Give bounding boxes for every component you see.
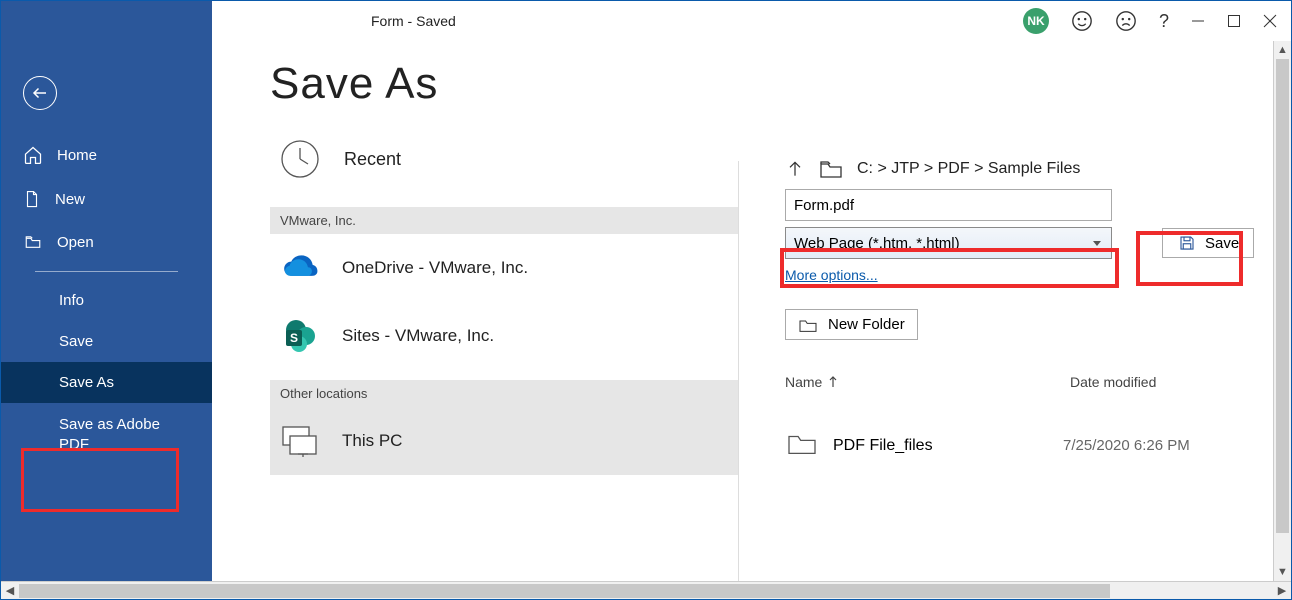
sharepoint-icon: S [280,316,320,356]
help-icon[interactable]: ? [1159,11,1169,32]
scroll-down-icon[interactable]: ▼ [1274,563,1291,581]
scroll-thumb[interactable] [19,584,1110,598]
section-header-vmware: VMware, Inc. [270,207,738,234]
vertical-scrollbar[interactable]: ▲ ▼ [1273,41,1291,581]
recent-row[interactable]: Recent [280,139,738,179]
sidebar-label: New [55,191,85,208]
up-arrow-icon[interactable] [785,159,805,179]
folder-icon [819,159,843,179]
new-doc-icon [23,189,41,209]
file-list-row[interactable]: PDF File_files 7/25/2020 6:26 PM [785,430,1273,461]
more-options-link[interactable]: More options... [785,267,878,283]
list-header-name[interactable]: Name [785,374,1045,390]
location-label: Sites - VMware, Inc. [342,326,494,346]
sidebar-label: Home [57,147,97,164]
scroll-left-icon[interactable]: ◀ [1,584,19,597]
location-onedrive[interactable]: OneDrive - VMware, Inc. [270,234,738,302]
folder-open-icon [23,233,43,251]
horizontal-scrollbar[interactable]: ◀ ▶ [1,581,1291,599]
file-list-header: Name Date modified [785,374,1273,390]
minimize-icon[interactable] [1191,14,1205,28]
sidebar-item-save-adobe[interactable]: Save as Adobe PDF [1,403,212,466]
sidebar-label: Info [59,292,84,309]
location-label: OneDrive - VMware, Inc. [342,258,528,278]
folder-icon [785,430,833,461]
document-title: Form - Saved [371,13,456,29]
locations-column: Save As Recent VMware, Inc. OneDrive - V… [212,41,738,581]
breadcrumb-path[interactable]: C: > JTP > PDF > Sample Files [857,160,1080,178]
scroll-thumb[interactable] [1276,59,1289,533]
save-button[interactable]: Save [1162,228,1254,258]
new-folder-label: New Folder [828,316,905,333]
location-this-pc[interactable]: This PC [270,407,738,475]
sidebar-item-info[interactable]: Info [1,280,212,321]
main-panel: Save As Recent VMware, Inc. OneDrive - V… [212,41,1273,581]
section-header-other: Other locations [270,380,738,407]
sort-asc-icon [828,376,838,388]
page-title: Save As [270,59,738,109]
sidebar-divider [35,271,178,272]
onedrive-icon [280,248,320,288]
this-pc-icon [280,421,320,461]
new-folder-button[interactable]: New Folder [785,309,918,340]
sidebar-label: Save [59,333,93,350]
sidebar-label: Save As [59,374,114,391]
svg-text:S: S [290,331,298,345]
title-bar: Form - Saved NK ? [1,1,1291,41]
clock-icon [280,139,320,179]
sidebar-item-new[interactable]: New [1,177,212,221]
user-avatar[interactable]: NK [1023,8,1049,34]
folder-icon [798,317,818,333]
close-icon[interactable] [1263,14,1277,28]
arrow-left-icon [31,84,49,102]
scroll-right-icon[interactable]: ▶ [1273,584,1291,597]
path-row: C: > JTP > PDF > Sample Files [785,159,1273,179]
recent-label: Recent [344,149,401,170]
sidebar-label: Open [57,234,94,251]
backstage-sidebar: Home New Open Info Save Save As Save as … [1,1,212,581]
save-icon [1177,234,1197,252]
filetype-value: Web Page (*.htm, *.html) [794,235,960,252]
scroll-up-icon[interactable]: ▲ [1274,41,1291,59]
save-details-column: C: > JTP > PDF > Sample Files Web Page (… [739,41,1273,581]
filename-input[interactable] [785,189,1112,221]
location-sites[interactable]: S Sites - VMware, Inc. [270,302,738,370]
home-icon [23,145,43,165]
list-header-date[interactable]: Date modified [1070,374,1156,390]
chevron-down-icon [1091,237,1103,249]
sidebar-item-open[interactable]: Open [1,221,212,263]
file-name: PDF File_files [833,437,1043,455]
location-label: This PC [342,431,402,451]
smile-icon[interactable] [1071,10,1093,32]
sidebar-item-home[interactable]: Home [1,133,212,177]
save-button-label: Save [1205,235,1239,252]
back-button[interactable] [23,76,57,110]
filetype-dropdown[interactable]: Web Page (*.htm, *.html) [785,227,1112,259]
sidebar-item-save-as[interactable]: Save As [1,362,212,403]
file-date: 7/25/2020 6:26 PM [1063,437,1190,454]
sidebar-label: Save as Adobe PDF [59,415,190,454]
frown-icon[interactable] [1115,10,1137,32]
sidebar-item-save[interactable]: Save [1,321,212,362]
maximize-icon[interactable] [1227,14,1241,28]
